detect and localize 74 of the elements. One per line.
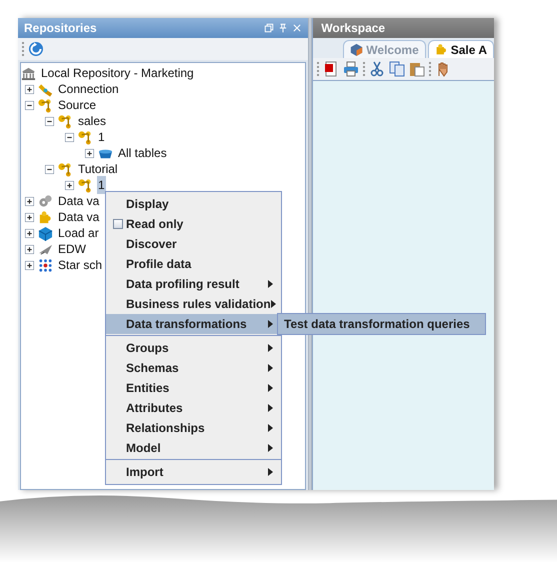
menu-item[interactable]: Display (106, 194, 281, 214)
clipboard-icon[interactable] (409, 61, 426, 77)
menu-item[interactable]: Relationships (106, 418, 281, 438)
dot-grid-icon (38, 258, 53, 272)
submenu-arrow-icon (268, 280, 273, 288)
menu-item[interactable]: Schemas (106, 358, 281, 378)
tree-item[interactable]: 1 (97, 176, 106, 194)
copy-icon[interactable] (389, 61, 406, 77)
tree-item[interactable]: Load ar (57, 224, 100, 242)
checkbox[interactable] (113, 219, 123, 229)
menu-item[interactable]: Data profiling result (106, 274, 281, 294)
connector-icon (38, 82, 53, 96)
cube-icon (350, 43, 364, 56)
refresh-icon[interactable] (28, 41, 44, 57)
menu-item[interactable]: Discover (106, 234, 281, 254)
collapse-icon[interactable] (45, 164, 54, 174)
collapse-icon[interactable] (65, 132, 74, 142)
gears-icon (38, 194, 53, 208)
node-graph-icon (58, 162, 73, 176)
menu-item[interactable]: Profile data (106, 254, 281, 274)
puzzle-icon (434, 43, 448, 56)
expand-icon[interactable] (85, 148, 94, 158)
submenu-arrow-icon (270, 300, 276, 308)
node-graph-icon (78, 130, 93, 144)
expand-icon[interactable] (25, 260, 34, 270)
tree-item[interactable]: sales (77, 112, 108, 130)
close-icon[interactable] (292, 23, 302, 33)
submenu-item[interactable]: Test data transformation queries (277, 313, 486, 335)
expand-icon[interactable] (25, 212, 34, 222)
node-graph-icon (78, 178, 93, 192)
tree-item[interactable]: All tables (117, 144, 168, 162)
submenu-arrow-icon (268, 384, 273, 392)
tree-item[interactable]: Tutorial (77, 160, 119, 178)
tree-item[interactable]: EDW (57, 240, 87, 258)
tree-item[interactable]: Data va (57, 208, 100, 226)
panel-title: Repositories (24, 20, 98, 37)
submenu-arrow-icon (268, 444, 273, 452)
submenu-arrow-icon (268, 344, 273, 352)
pin-icon[interactable] (278, 23, 288, 33)
expand-icon[interactable] (25, 84, 34, 94)
panel-title: Workspace (321, 20, 386, 37)
menu-item[interactable]: Entities (106, 378, 281, 398)
pdf-icon[interactable] (323, 61, 340, 77)
restore-icon[interactable] (264, 23, 274, 33)
scissors-icon[interactable] (369, 61, 386, 77)
menu-item[interactable]: Attributes (106, 398, 281, 418)
tree-item[interactable]: Source (57, 96, 98, 114)
expand-icon[interactable] (65, 180, 74, 190)
submenu-arrow-icon (268, 404, 273, 412)
submenu-arrow-icon (268, 468, 273, 476)
tree-item[interactable]: Star sch (57, 256, 104, 274)
menu-item[interactable]: Import (106, 462, 281, 482)
expand-icon[interactable] (25, 228, 34, 238)
node-graph-icon (58, 114, 73, 128)
expand-icon[interactable] (25, 196, 34, 206)
tree-item[interactable]: Connection (57, 80, 120, 98)
menu-item[interactable]: Groups (106, 338, 281, 358)
tab[interactable]: Sale A (428, 40, 494, 58)
expand-icon[interactable] (25, 244, 34, 254)
puzzle-icon (38, 210, 53, 224)
menu-item[interactable]: Read only (106, 214, 281, 234)
node-graph-icon (38, 98, 53, 112)
tree-item[interactable]: Data va (57, 192, 100, 210)
tree-item[interactable]: Local Repository - Marketing (40, 64, 195, 82)
menu-item[interactable]: Business rules validation (106, 294, 281, 314)
print-icon[interactable] (343, 61, 360, 77)
submenu-arrow-icon (268, 424, 273, 432)
submenu-arrow-icon (268, 364, 273, 372)
collapse-icon[interactable] (45, 116, 54, 126)
menu-item[interactable]: Model (106, 438, 281, 458)
tree-item[interactable]: 1 (97, 128, 106, 146)
collapse-icon[interactable] (25, 100, 34, 110)
bank-icon (21, 66, 36, 80)
cube-icon (38, 226, 53, 240)
